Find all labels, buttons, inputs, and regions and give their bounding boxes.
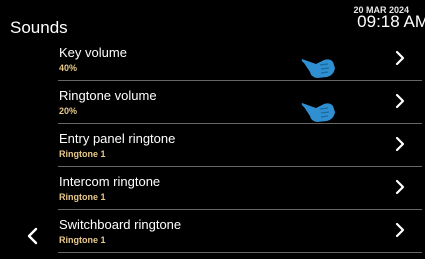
chevron-right-icon: [395, 179, 405, 195]
setting-label: Entry panel ringtone: [59, 131, 176, 146]
setting-label: Ringtone volume: [59, 88, 157, 103]
setting-label: Intercom ringtone: [59, 174, 161, 189]
hand-pointer-icon: [301, 103, 335, 122]
setting-value: Ringtone 1: [59, 192, 106, 202]
settings-list: Key volume 40% Ringtone volume 20% Entry…: [58, 38, 422, 253]
setting-value: 40%: [59, 63, 78, 73]
time-label: 09:18 AM: [357, 12, 425, 31]
setting-row-intercom-ringtone[interactable]: Intercom ringtone Ringtone 1: [58, 167, 422, 210]
setting-row-entry-panel-ringtone[interactable]: Entry panel ringtone Ringtone 1: [58, 124, 422, 167]
setting-label: Key volume: [59, 45, 127, 60]
page-title: Sounds: [10, 18, 68, 37]
back-chevron-icon[interactable]: [24, 226, 42, 246]
setting-value: 20%: [59, 106, 78, 116]
setting-value: Ringtone 1: [59, 149, 106, 159]
setting-row-key-volume[interactable]: Key volume 40%: [58, 38, 422, 81]
hand-pointer-icon: [301, 59, 335, 78]
chevron-right-icon: [395, 222, 405, 238]
setting-row-switchboard-ringtone[interactable]: Switchboard ringtone Ringtone 1: [58, 210, 422, 253]
setting-label: Switchboard ringtone: [59, 217, 182, 232]
chevron-right-icon: [395, 136, 405, 152]
chevron-right-icon: [395, 93, 405, 109]
chevron-right-icon: [395, 50, 405, 66]
setting-row-ringtone-volume[interactable]: Ringtone volume 20%: [58, 81, 422, 124]
setting-value: Ringtone 1: [59, 235, 106, 245]
